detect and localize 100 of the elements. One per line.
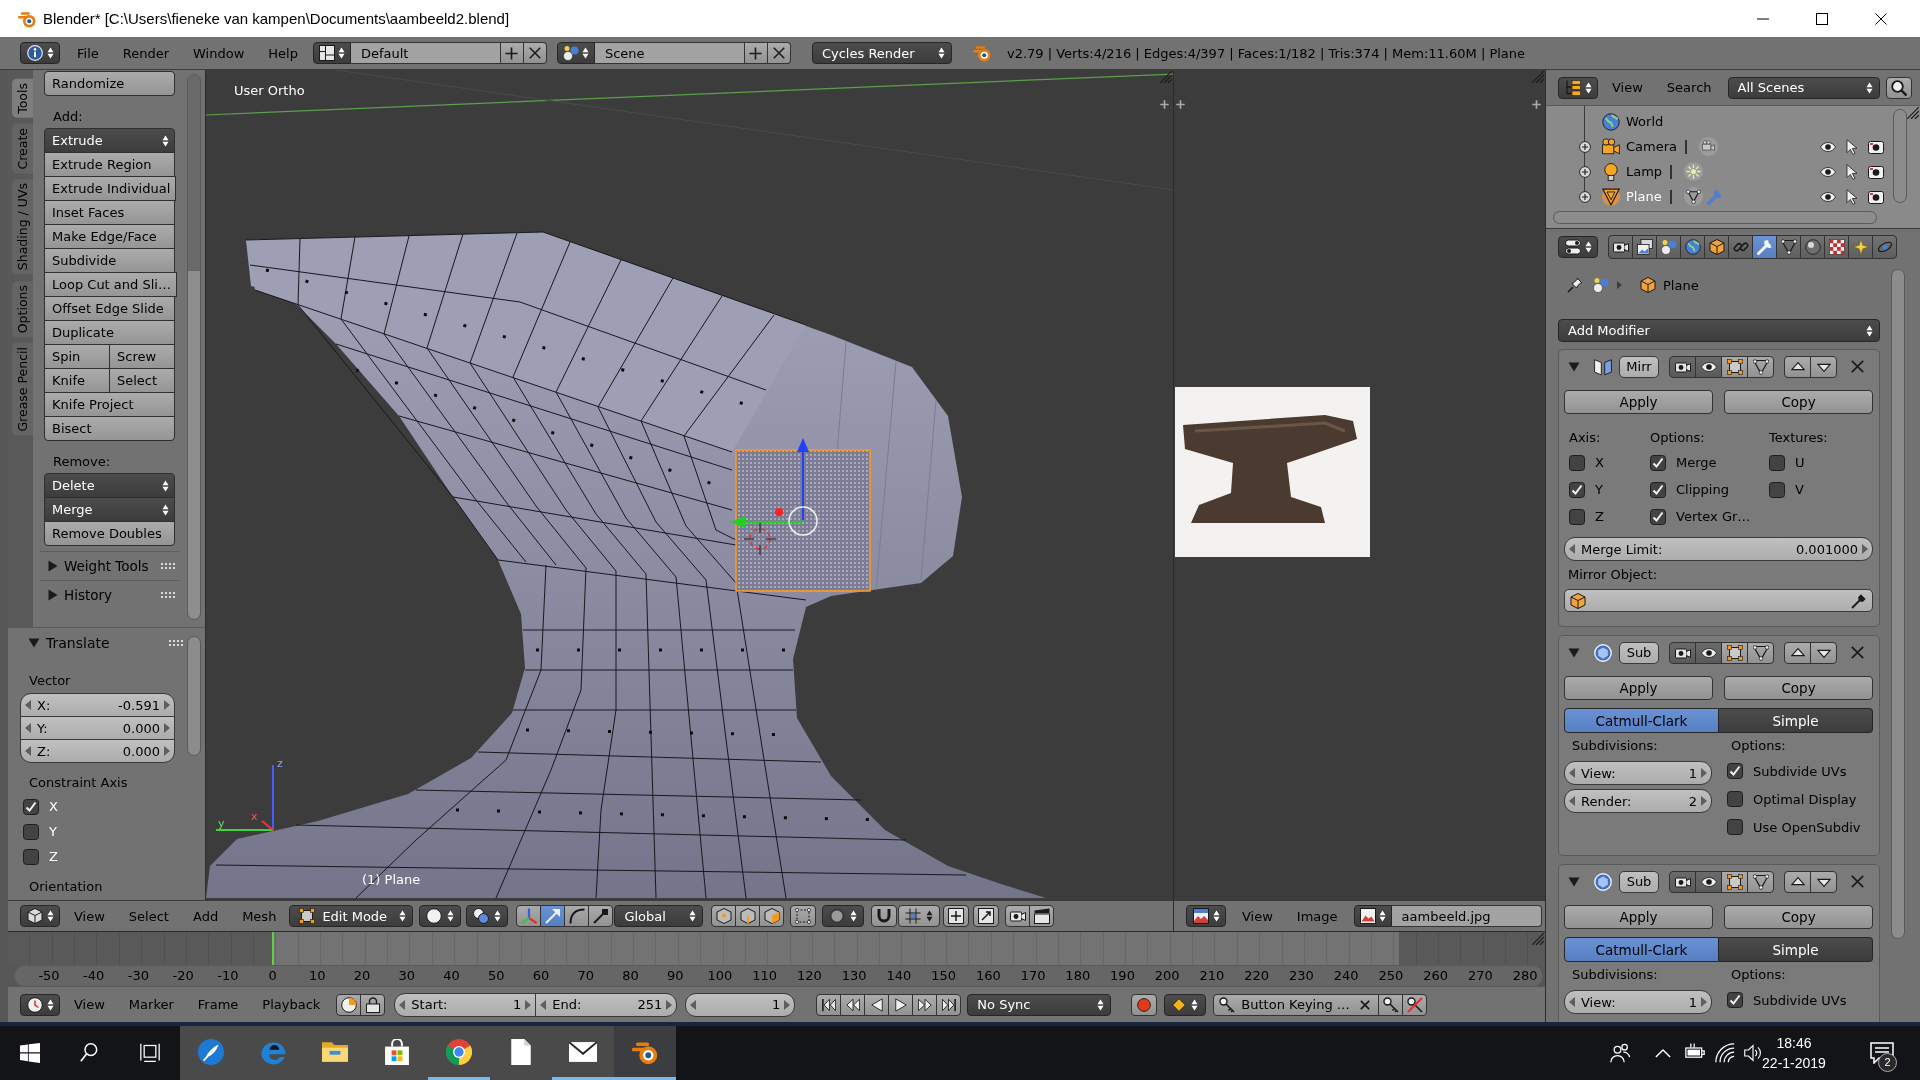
menu-item[interactable]: Playback xyxy=(250,997,333,1012)
panel-title[interactable]: History xyxy=(64,587,161,603)
subdivision-type-option[interactable]: Simple xyxy=(1719,708,1873,733)
checkbox-label[interactable]: Z xyxy=(49,849,58,864)
occlude-toggle[interactable] xyxy=(790,905,817,927)
manipulator-button[interactable] xyxy=(588,905,614,927)
panel-title[interactable]: Weight Tools xyxy=(64,558,161,574)
move-up-button[interactable] xyxy=(1784,355,1811,378)
camera-icon[interactable] xyxy=(1868,163,1884,180)
properties-tab[interactable] xyxy=(1656,235,1681,259)
cage-toggle[interactable] xyxy=(1747,870,1774,893)
pointer-icon[interactable] xyxy=(1844,163,1860,180)
edit-mode-toggle[interactable] xyxy=(1721,355,1748,378)
editor-type-button[interactable] xyxy=(20,42,60,64)
menu-item[interactable]: View xyxy=(62,908,117,924)
checkbox[interactable] xyxy=(1650,508,1666,525)
plus-icon[interactable] xyxy=(1532,100,1541,109)
record-button[interactable] xyxy=(1131,993,1158,1016)
close-icon[interactable] xyxy=(1851,360,1864,373)
tool-button[interactable]: Select xyxy=(109,368,175,393)
menu-item[interactable]: Add xyxy=(180,908,231,924)
disclosure-triangle-icon[interactable] xyxy=(1568,647,1580,658)
notification-button[interactable]: 2 xyxy=(1855,1026,1909,1080)
editor-type-button[interactable] xyxy=(1558,236,1598,258)
move-down-button[interactable] xyxy=(1810,355,1837,378)
camera-icon[interactable] xyxy=(1868,138,1884,155)
pivot-dropdown[interactable] xyxy=(466,905,509,927)
preview-range-button[interactable] xyxy=(336,993,362,1016)
vertex-select-button[interactable] xyxy=(711,905,737,927)
number-field[interactable]: X: -0.591 xyxy=(20,693,175,717)
menu-item[interactable]: File xyxy=(65,45,111,61)
scrollbar[interactable] xyxy=(1891,269,1905,939)
menu-item[interactable]: Window xyxy=(181,45,257,61)
number-field[interactable]: View: 1 xyxy=(1564,990,1712,1014)
render-toggle[interactable] xyxy=(1669,355,1696,378)
plus-icon[interactable] xyxy=(1160,100,1169,109)
disclosure-triangle-icon[interactable] xyxy=(48,589,58,601)
editor-type-button[interactable] xyxy=(1558,76,1598,99)
cage-toggle[interactable] xyxy=(1747,641,1774,664)
checkbox-label[interactable]: X xyxy=(1595,455,1604,470)
outliner-item-label[interactable]: World xyxy=(1626,114,1664,129)
light-rays-icon[interactable] xyxy=(1684,162,1704,181)
checkbox[interactable] xyxy=(1727,763,1743,779)
scene-name-field[interactable]: Scene xyxy=(594,42,745,64)
render-image-button[interactable] xyxy=(1005,905,1031,927)
cage-toggle[interactable] xyxy=(1747,355,1774,378)
checkbox[interactable] xyxy=(23,798,39,815)
layout-name-field[interactable]: Default xyxy=(350,42,501,64)
scrollbar[interactable] xyxy=(1553,211,1877,224)
delete-scene-button[interactable] xyxy=(767,42,791,64)
shading-dropdown[interactable] xyxy=(419,905,462,927)
checkbox-label[interactable]: Merge xyxy=(1676,455,1717,470)
mesh-vertices-icon[interactable] xyxy=(1683,187,1703,206)
snap-element-dropdown[interactable] xyxy=(898,905,941,927)
properties-tab[interactable] xyxy=(1776,235,1801,259)
tool-button[interactable]: Offset Edge Slide xyxy=(44,296,175,321)
checkbox-label[interactable]: Vertex Gr… xyxy=(1676,509,1751,524)
previous-keyframe-button[interactable] xyxy=(840,993,866,1016)
jump-end-button[interactable] xyxy=(936,993,962,1016)
number-field[interactable]: Render: 2 xyxy=(1564,789,1712,813)
image-canvas[interactable] xyxy=(1174,70,1545,900)
insert-keyframe-button[interactable] xyxy=(1378,993,1404,1016)
proportional-dropdown[interactable] xyxy=(822,905,865,927)
checkbox-label[interactable]: Y xyxy=(1595,482,1603,497)
taskbar-app-button[interactable] xyxy=(614,1026,676,1080)
keyframe-type-dropdown[interactable] xyxy=(1164,993,1207,1016)
chevron-up-icon[interactable] xyxy=(1655,1047,1671,1059)
modifier-name-field[interactable]: Sub xyxy=(1619,870,1659,893)
drag-grip-icon[interactable] xyxy=(169,639,183,646)
checkbox-label[interactable]: Y xyxy=(49,824,57,839)
editor-type-button[interactable] xyxy=(20,993,60,1016)
layout-browse-button[interactable] xyxy=(312,42,351,64)
snap-target-button[interactable] xyxy=(943,905,970,927)
clear-icon[interactable] xyxy=(1360,999,1371,1010)
tool-button[interactable]: Knife xyxy=(44,368,110,393)
face-select-button[interactable] xyxy=(759,905,785,927)
properties-tab[interactable] xyxy=(1848,235,1873,259)
menu-item[interactable]: Frame xyxy=(185,997,251,1012)
expand-icon[interactable] xyxy=(1579,140,1591,153)
editor-type-button[interactable] xyxy=(1186,905,1226,927)
render-engine-dropdown[interactable]: Cycles Render xyxy=(811,42,952,64)
image-browse-button[interactable] xyxy=(1353,905,1392,927)
checkbox-label[interactable]: V xyxy=(1795,482,1804,497)
tool-dropdown[interactable]: Delete xyxy=(44,473,175,498)
pointer-icon[interactable] xyxy=(1844,138,1860,155)
plus-icon[interactable] xyxy=(1176,100,1185,109)
menu-item[interactable]: View xyxy=(1230,908,1285,924)
menu-item[interactable]: Search xyxy=(1654,80,1724,95)
close-icon[interactable] xyxy=(1851,646,1864,659)
expand-icon[interactable] xyxy=(1579,165,1591,178)
tool-tab[interactable]: Tools xyxy=(12,79,33,118)
camera-icon[interactable] xyxy=(1868,188,1884,205)
manipulator-button[interactable] xyxy=(540,905,566,927)
delete-keyframe-button[interactable] xyxy=(1402,993,1428,1016)
copy-button[interactable]: Copy xyxy=(1724,676,1873,700)
properties-tab[interactable] xyxy=(1608,235,1633,259)
checkbox[interactable] xyxy=(1727,791,1743,807)
menu-item[interactable]: View xyxy=(1600,80,1655,95)
properties-tab[interactable] xyxy=(1704,235,1729,259)
checkbox[interactable] xyxy=(1727,992,1743,1008)
